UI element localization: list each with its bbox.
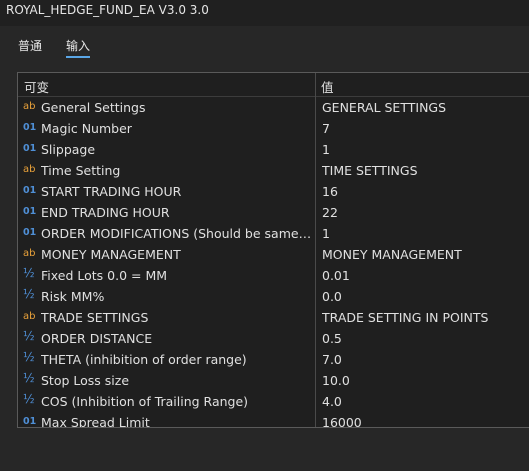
double-type-icon: ½: [23, 329, 35, 343]
parameter-value[interactable]: 0.0: [322, 288, 527, 305]
parameter-value[interactable]: MONEY MANAGEMENT: [322, 246, 527, 263]
tab-inputs[interactable]: 输入: [66, 37, 90, 54]
column-divider: [315, 328, 316, 349]
inputs-panel: 可变 值 ab General Settings GENERAL SETTINGS 0…: [0, 64, 529, 471]
table-row[interactable]: ½ Risk MM% 0.0: [18, 286, 529, 307]
parameter-value[interactable]: 16: [322, 183, 527, 200]
string-type-icon: ab: [23, 164, 36, 175]
column-divider: [315, 349, 316, 370]
integer-type-icon: 01: [23, 206, 37, 217]
table-row[interactable]: 01 Slippage 1: [18, 139, 529, 160]
parameter-value[interactable]: 7: [322, 120, 527, 137]
parameter-name: General Settings: [41, 100, 146, 115]
integer-type-icon: 01: [23, 416, 37, 427]
column-divider: [315, 139, 316, 160]
table-row[interactable]: 01 START TRADING HOUR 16: [18, 181, 529, 202]
double-type-icon: ½: [23, 371, 35, 385]
parameter-value[interactable]: GENERAL SETTINGS: [322, 99, 527, 116]
parameter-name: END TRADING HOUR: [41, 205, 170, 220]
integer-type-icon: 01: [23, 185, 37, 196]
double-type-icon: ½: [23, 350, 35, 364]
parameters-table: 可变 值 ab General Settings GENERAL SETTINGS 0…: [17, 72, 529, 428]
string-type-icon: ab: [23, 248, 36, 259]
column-divider: [315, 181, 316, 202]
column-divider: [315, 370, 316, 391]
column-divider: [315, 160, 316, 181]
table-row[interactable]: ab TRADE SETTINGS TRADE SETTING IN POINTS: [18, 307, 529, 328]
integer-type-icon: 01: [23, 227, 37, 238]
parameter-name: COS (Inhibition of Trailing Range): [41, 394, 249, 409]
parameter-name: Slippage: [41, 142, 96, 157]
integer-type-icon: 01: [23, 122, 37, 133]
column-divider: [315, 223, 316, 244]
parameter-name: Time Setting: [41, 163, 121, 178]
parameter-name: TRADE SETTINGS: [41, 310, 149, 325]
parameter-name: MONEY MANAGEMENT: [41, 247, 181, 262]
parameter-name: Risk MM%: [41, 289, 105, 304]
double-type-icon: ½: [23, 287, 35, 301]
column-divider: [315, 286, 316, 307]
table-row[interactable]: ab General Settings GENERAL SETTINGS: [18, 97, 529, 118]
parameter-name: Fixed Lots 0.0 = MM: [41, 268, 168, 283]
parameter-value[interactable]: 1: [322, 225, 527, 242]
double-type-icon: ½: [23, 392, 35, 406]
table-row[interactable]: 01 Magic Number 7: [18, 118, 529, 139]
parameter-value[interactable]: 22: [322, 204, 527, 221]
parameter-value[interactable]: 10.0: [322, 372, 527, 389]
column-divider: [315, 118, 316, 139]
parameter-value[interactable]: 7.0: [322, 351, 527, 368]
string-type-icon: ab: [23, 101, 36, 112]
table-row[interactable]: 01 END TRADING HOUR 22: [18, 202, 529, 223]
table-row[interactable]: 01 ORDER MODIFICATIONS (Should be same as…: [18, 223, 529, 244]
column-divider: [315, 202, 316, 223]
parameter-value[interactable]: TRADE SETTING IN POINTS: [322, 309, 527, 326]
table-row[interactable]: ab Time Setting TIME SETTINGS: [18, 160, 529, 181]
parameter-value[interactable]: 16000: [322, 414, 527, 427]
parameter-value[interactable]: 1: [322, 141, 527, 158]
window-title: ROYAL_HEDGE_FUND_EA V3.0 3.0: [0, 0, 529, 26]
table-row[interactable]: ½ Stop Loss size 10.0: [18, 370, 529, 391]
active-tab-indicator: [66, 56, 90, 58]
tab-common[interactable]: 普通: [18, 37, 42, 54]
table-row[interactable]: ½ THETA (inhibition of order range) 7.0: [18, 349, 529, 370]
parameter-name: ORDER DISTANCE: [41, 331, 153, 346]
parameter-name: START TRADING HOUR: [41, 184, 182, 199]
table-row[interactable]: ab MONEY MANAGEMENT MONEY MANAGEMENT: [18, 244, 529, 265]
table-row[interactable]: ½ Fixed Lots 0.0 = MM 0.01: [18, 265, 529, 286]
parameter-name: Max Spread Limit: [41, 415, 150, 428]
double-type-icon: ½: [23, 266, 35, 280]
column-divider: [315, 412, 316, 427]
table-row[interactable]: 01 Max Spread Limit 16000: [18, 412, 529, 428]
parameter-name: Magic Number: [41, 121, 132, 136]
table-row[interactable]: ½ ORDER DISTANCE 0.5: [18, 328, 529, 349]
column-divider: [315, 244, 316, 265]
column-divider: [315, 307, 316, 328]
column-divider: [315, 97, 316, 118]
column-header-variable[interactable]: 可变: [24, 77, 49, 96]
table-row[interactable]: ½ COS (Inhibition of Trailing Range) 4.0: [18, 391, 529, 412]
parameter-value[interactable]: 4.0: [322, 393, 527, 410]
column-divider[interactable]: [315, 73, 316, 97]
parameter-name: ORDER MODIFICATIONS (Should be same as..…: [41, 226, 313, 241]
parameter-value[interactable]: TIME SETTINGS: [322, 162, 527, 179]
integer-type-icon: 01: [23, 143, 37, 154]
parameter-value[interactable]: 0.01: [322, 267, 527, 284]
table-header: 可变 值: [18, 73, 529, 97]
string-type-icon: ab: [23, 311, 36, 322]
parameter-name: Stop Loss size: [41, 373, 130, 388]
parameter-name: THETA (inhibition of order range): [41, 352, 247, 367]
column-divider: [315, 391, 316, 412]
column-header-value[interactable]: 值: [321, 77, 334, 96]
parameter-value[interactable]: 0.5: [322, 330, 527, 347]
column-divider: [315, 265, 316, 286]
tab-bar: 普通 输入: [0, 26, 529, 64]
